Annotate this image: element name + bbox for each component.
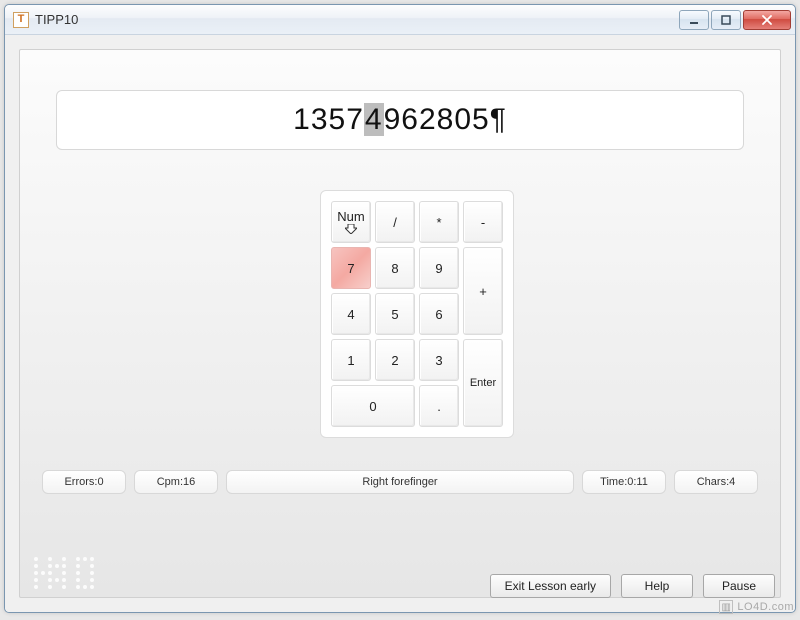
key-1[interactable]: 1 (331, 339, 371, 381)
help-button[interactable]: Help (621, 574, 693, 598)
window-title: TIPP10 (35, 12, 78, 27)
key-7[interactable]: 7 (331, 247, 371, 289)
status-errors-value: 0 (97, 476, 103, 488)
key-enter[interactable]: Enter (463, 339, 503, 427)
ticker-rest: 962805¶ (384, 103, 507, 136)
status-cpm-label: Cpm: (157, 476, 183, 488)
maximize-icon (721, 15, 731, 25)
typing-ticker: 13574962805¶ (56, 90, 744, 150)
ticker-cursor: 4 (364, 103, 384, 136)
status-cpm: Cpm: 16 (134, 470, 218, 494)
bottom-buttons: Exit Lesson early Help Pause (490, 574, 775, 598)
key-numlock[interactable]: Num (331, 201, 371, 243)
key-numlock-label: Num (337, 210, 364, 224)
numpad: Num / * - 7 8 9 + 4 5 6 1 2 3 (320, 190, 514, 438)
pause-button[interactable]: Pause (703, 574, 775, 598)
brand-watermark (34, 557, 94, 589)
status-cpm-value: 16 (183, 476, 195, 488)
key-4[interactable]: 4 (331, 293, 371, 335)
key-9[interactable]: 9 (419, 247, 459, 289)
status-time: Time: 0:11 (582, 470, 666, 494)
app-icon: T (13, 12, 29, 28)
maximize-button[interactable] (711, 10, 741, 30)
status-errors-label: Errors: (64, 476, 97, 488)
minimize-icon (689, 15, 699, 25)
key-3[interactable]: 3 (419, 339, 459, 381)
window-buttons (679, 10, 793, 30)
client-area: 13574962805¶ Num / * - 7 8 9 (5, 35, 795, 612)
app-window: T TIPP10 13574962805¶ Num (4, 4, 796, 613)
key-0[interactable]: 0 (331, 385, 415, 427)
key-2[interactable]: 2 (375, 339, 415, 381)
status-chars: Chars: 4 (674, 470, 758, 494)
status-time-label: Time: (600, 476, 627, 488)
status-chars-value: 4 (729, 476, 735, 488)
close-icon (761, 15, 773, 25)
status-errors: Errors: 0 (42, 470, 126, 494)
site-watermark: ▥ LO4D.com (719, 600, 794, 614)
titlebar[interactable]: T TIPP10 (5, 5, 795, 35)
status-finger-text: Right forefinger (362, 476, 437, 488)
close-button[interactable] (743, 10, 791, 30)
lesson-area: 13574962805¶ Num / * - 7 8 9 (19, 49, 781, 598)
key-multiply[interactable]: * (419, 201, 459, 243)
minimize-button[interactable] (679, 10, 709, 30)
key-plus[interactable]: + (463, 247, 503, 335)
site-watermark-text: LO4D.com (737, 601, 794, 613)
exit-lesson-button[interactable]: Exit Lesson early (490, 574, 611, 598)
key-divide[interactable]: / (375, 201, 415, 243)
arrow-down-icon (345, 224, 357, 234)
key-6[interactable]: 6 (419, 293, 459, 335)
key-8[interactable]: 8 (375, 247, 415, 289)
status-time-value: 0:11 (627, 476, 648, 488)
status-chars-label: Chars: (697, 476, 729, 488)
status-finger: Right forefinger (226, 470, 574, 494)
key-minus[interactable]: - (463, 201, 503, 243)
ticker-text: 13574962805¶ (293, 103, 507, 137)
ticker-typed: 1357 (293, 103, 364, 136)
key-dot[interactable]: . (419, 385, 459, 427)
status-bar: Errors: 0 Cpm: 16 Right forefinger Time:… (42, 470, 758, 494)
key-5[interactable]: 5 (375, 293, 415, 335)
site-watermark-icon: ▥ (719, 600, 733, 614)
